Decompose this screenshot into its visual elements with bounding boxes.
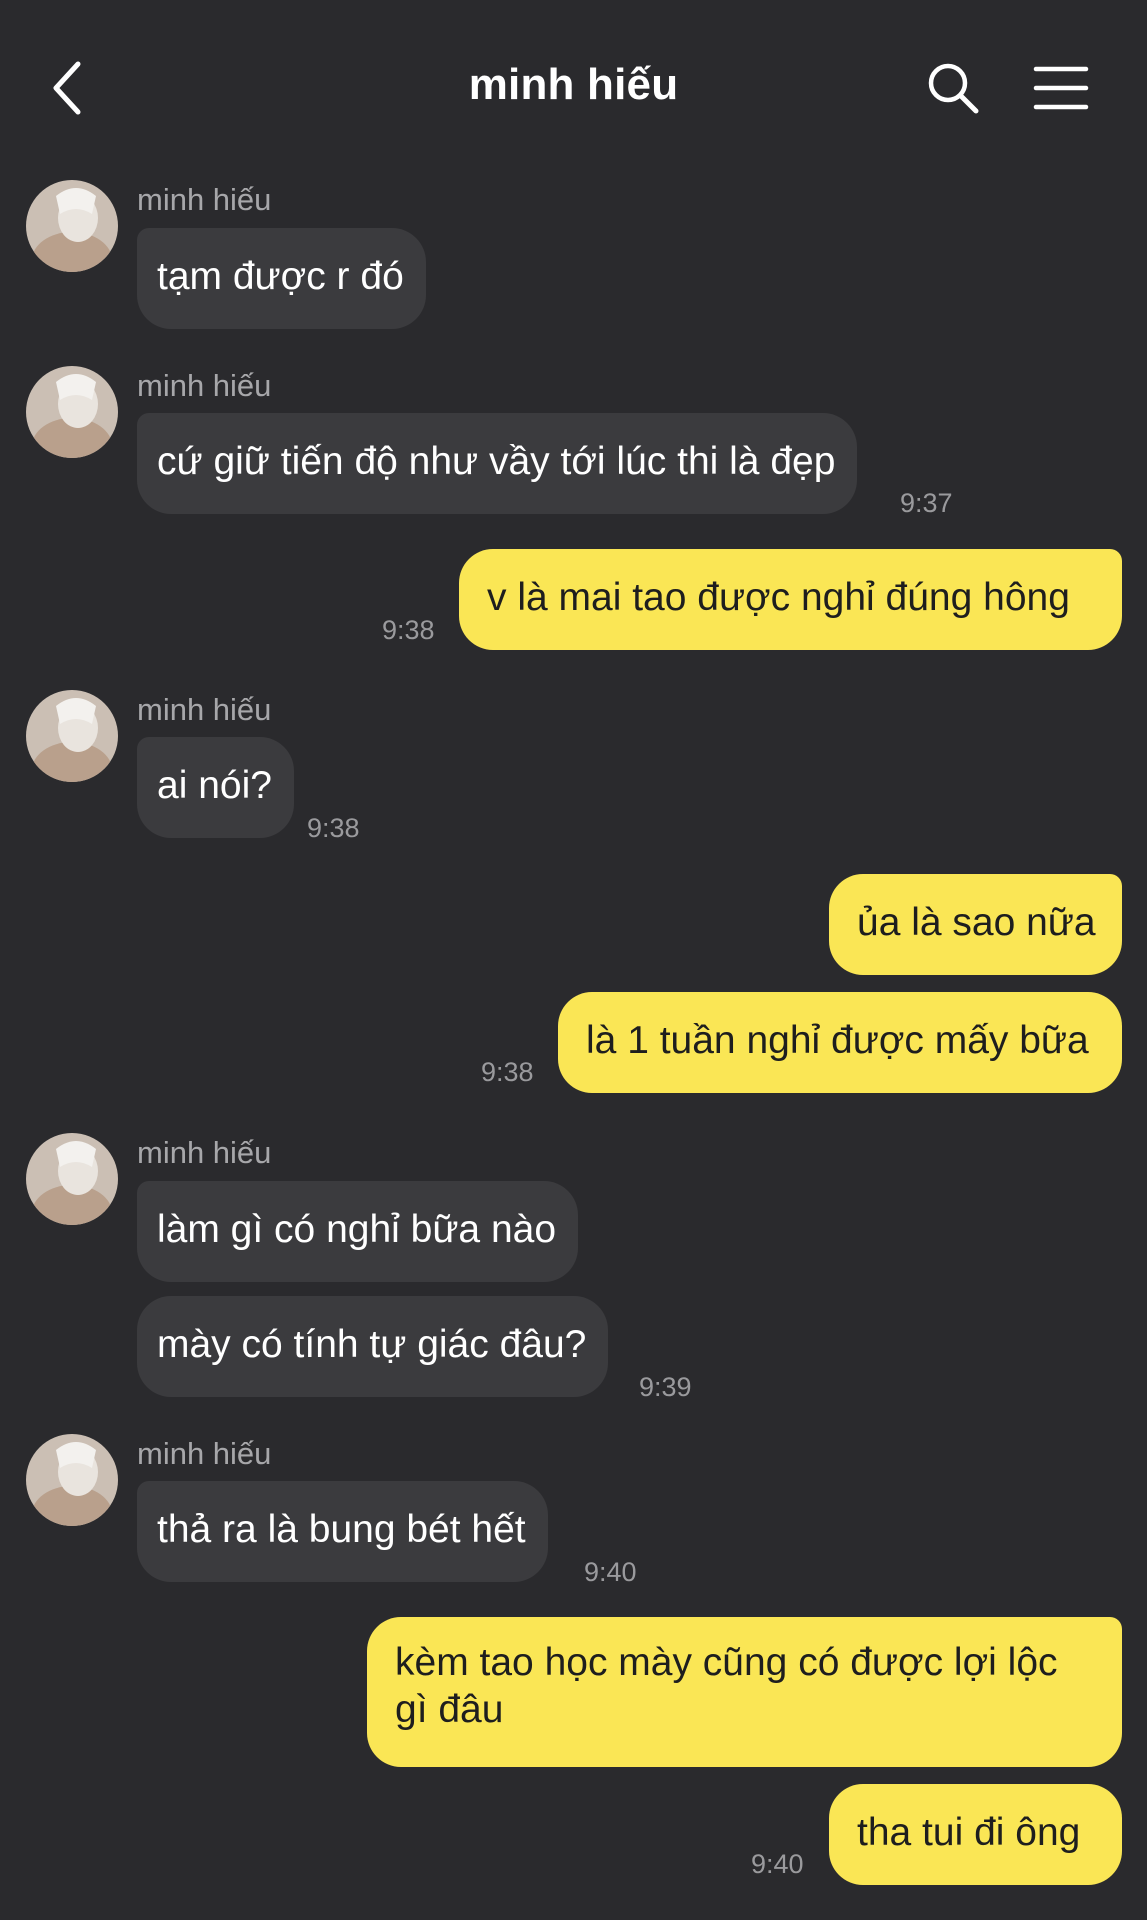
message-bubble[interactable]: làm gì có nghỉ bữa nào xyxy=(137,1181,579,1282)
message-timestamp: 9:37 xyxy=(900,488,953,518)
avatar[interactable] xyxy=(26,366,118,458)
message-bubble[interactable]: kèm tao học mày cũng có được lợi lộc gì … xyxy=(367,1617,1122,1767)
message-bubble[interactable]: cứ giữ tiến độ như vầy tới lúc thi là đẹ… xyxy=(137,413,858,514)
message-bubble[interactable]: ủa là sao nữa xyxy=(829,874,1122,975)
message-bubble[interactable]: tha tui đi ông xyxy=(829,1784,1122,1885)
message-bubble[interactable]: v là mai tao được nghỉ đúng hông xyxy=(459,549,1122,650)
message-timestamp: 9:38 xyxy=(481,1057,534,1087)
avatar[interactable] xyxy=(26,690,118,782)
avatar[interactable] xyxy=(26,1434,118,1526)
message-timestamp: 9:40 xyxy=(584,1557,637,1587)
sender-name: minh hiếu xyxy=(137,368,272,403)
message-bubble[interactable]: thả ra là bung bét hết xyxy=(137,1481,548,1582)
message-bubble[interactable]: tạm được r đó xyxy=(137,228,426,329)
message-timestamp: 9:39 xyxy=(639,1372,692,1402)
sender-name: minh hiếu xyxy=(137,1436,272,1471)
message-list[interactable]: minh hiếu tạm được r đó minh hiếu cứ giữ… xyxy=(0,0,1147,1920)
avatar[interactable] xyxy=(26,1133,118,1225)
sender-name: minh hiếu xyxy=(137,182,272,217)
message-timestamp: 9:40 xyxy=(751,1849,804,1879)
sender-name: minh hiếu xyxy=(137,692,272,727)
message-bubble[interactable]: là 1 tuần nghỉ được mấy bữa xyxy=(558,992,1122,1093)
avatar[interactable] xyxy=(26,180,118,272)
message-timestamp: 9:38 xyxy=(382,615,435,645)
sender-name: minh hiếu xyxy=(137,1135,272,1170)
message-timestamp: 9:38 xyxy=(307,813,360,843)
message-bubble[interactable]: ai nói? xyxy=(137,737,294,838)
message-bubble[interactable]: mày có tính tự giác đâu? xyxy=(137,1296,609,1397)
